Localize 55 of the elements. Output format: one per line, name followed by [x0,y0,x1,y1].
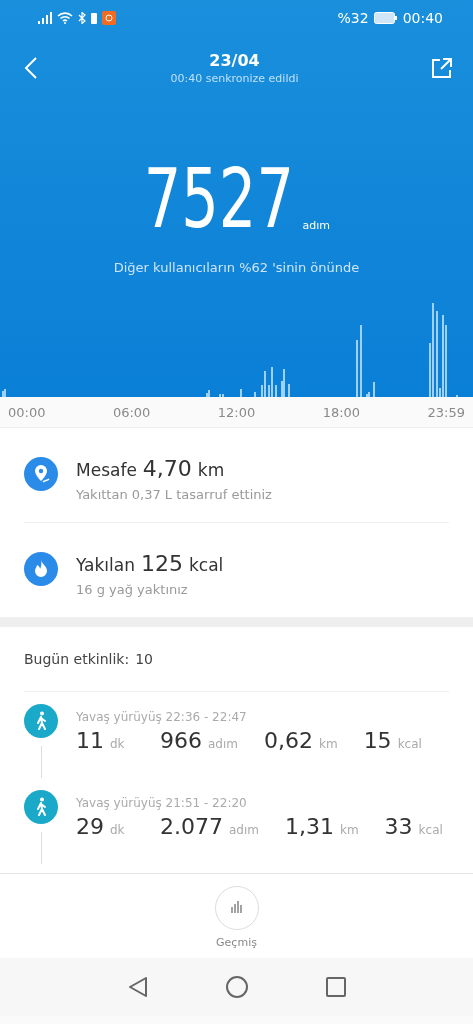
metric-value: 0,62 [264,728,313,753]
walking-icon [24,704,58,738]
metric-unit: dk [110,823,125,837]
activity-count: 10 [135,651,153,667]
axis-label: 00:00 [8,404,46,420]
metric-value: 966 [160,728,202,753]
recents-nav-icon[interactable] [325,977,346,997]
stat-label: Yakılan [76,555,135,575]
activity-title: Yavaş yürüyüş 22:36 - 22:47 [76,710,248,724]
metric-unit: kcal [397,737,422,751]
ranking-note: Diğer kullanıcıların %62 'sinin önünde [112,260,361,275]
wifi-icon [57,12,73,24]
metric-unit: dk [110,737,125,751]
stat-note: Yakıttan 0,37 L tasarruf ettiniz [76,487,272,502]
stat-value: 125 [140,551,183,576]
bluetooth-icon [78,12,86,24]
metric-value: 1,31 [285,814,334,839]
metric-unit: km [339,823,359,837]
axis-label: 06:00 [112,404,151,420]
stat-unit: kcal [188,555,224,575]
flame-icon [24,552,58,586]
location-pin-icon [24,457,58,491]
axis-label: 18:00 [322,404,361,420]
metric-unit: km [319,737,338,751]
metric-unit: adım [229,823,259,837]
activity-label: Bugün etkinlik: [24,651,130,667]
step-count: 7527 [143,162,294,236]
metric-unit: kcal [418,823,443,837]
stat-unit: km [197,460,225,480]
activity-title: Yavaş yürüyüş 21:51 - 22:20 [76,796,248,810]
metric-value: 11 [76,728,104,753]
app-notification-icon [102,11,116,25]
walking-icon [24,790,58,824]
share-icon[interactable] [431,57,453,79]
battery-icon [91,12,97,24]
clock: 00:40 [402,10,443,26]
metric-value: 2.077 [160,814,223,839]
stat-note: 16 g yağ yaktınız [76,582,189,597]
stat-label: Mesafe [76,460,137,480]
axis-label: 23:59 [427,404,465,420]
metric-unit: adım [208,737,238,751]
date-title: 23/04 [209,51,260,70]
back-icon[interactable] [24,57,38,79]
back-nav-icon[interactable] [127,976,148,998]
battery-icon [373,12,398,24]
sync-status: 00:40 senkronize edildi [170,72,299,85]
metric-value: 33 [384,814,413,839]
stat-value: 4,70 [142,456,192,481]
metric-value: 15 [363,728,392,753]
step-unit: adım [302,219,331,232]
metric-value: 29 [76,814,104,839]
battery-percent: %32 [337,10,369,26]
home-nav-icon[interactable] [225,976,248,998]
signal-icon [38,12,52,24]
axis-label: 12:00 [217,404,256,420]
